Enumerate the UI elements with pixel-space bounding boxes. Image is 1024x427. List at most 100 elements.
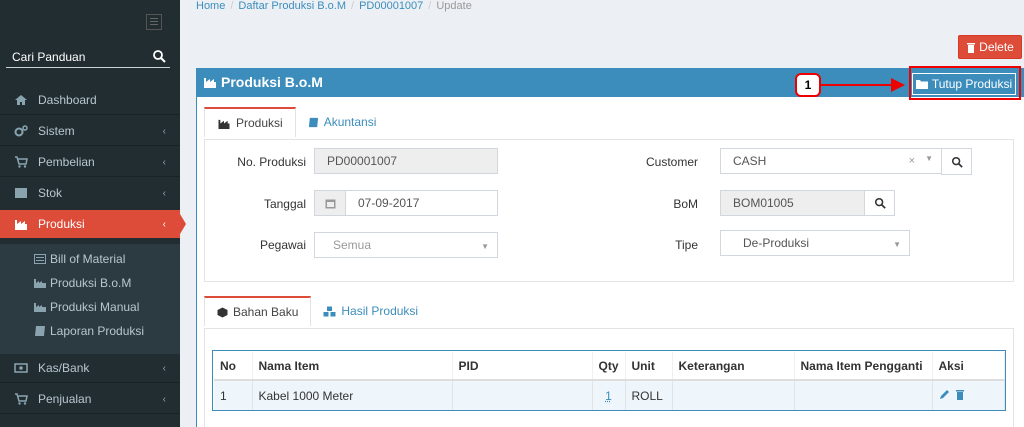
cell-unit: ROLL (625, 380, 673, 410)
chevron-left-icon: ‹ (162, 188, 166, 199)
tanggal-field[interactable]: 07-09-2017 (345, 190, 498, 216)
tab-bahan-baku[interactable]: Bahan Baku (204, 296, 312, 326)
submenu-label: Produksi Manual (50, 300, 140, 314)
bom-label: BoM (673, 197, 698, 211)
tab-akuntansi[interactable]: Akuntansi (296, 107, 389, 137)
book-icon (35, 326, 45, 336)
col-header: No (214, 352, 253, 381)
menu-label-penjualan: Penjualan (38, 392, 92, 406)
submenu-label: Produksi B.o.M (50, 276, 132, 290)
caret-down-icon[interactable]: ▼ (925, 154, 933, 163)
search-icon[interactable] (152, 49, 166, 63)
col-header: PID (452, 352, 593, 381)
tab-label: Produksi (236, 116, 283, 130)
pegawai-value: Semua (333, 238, 372, 252)
col-header: Keterangan (672, 352, 795, 381)
pegawai-label: Pegawai (259, 238, 306, 252)
breadcrumb-home-link[interactable]: Home (196, 0, 225, 12)
bom-field[interactable]: BOM01005 (720, 190, 865, 216)
menu-item-stok[interactable]: Stok ‹ (0, 179, 180, 207)
tanggal-value: 07-09-2017 (358, 196, 420, 210)
cart-icon (15, 156, 28, 168)
clear-icon[interactable]: × (909, 155, 915, 167)
menu-label-pembelian: Pembelian (38, 155, 95, 169)
cube-icon (217, 307, 228, 317)
search-placeholder: Cari Panduan (12, 50, 86, 64)
table-row: 1 Kabel 1000 Meter 1 ROLL (214, 380, 1005, 410)
chevron-left-icon: ‹ (162, 126, 166, 137)
box-title-text: Produksi B.o.M (221, 74, 323, 90)
cell-pengganti[interactable] (794, 380, 933, 410)
submenu-label: Laporan Produksi (50, 324, 145, 338)
cubes-icon (323, 306, 336, 316)
menu-label-dashboard: Dashboard (38, 93, 97, 107)
cell-nama-item: Kabel 1000 Meter (252, 380, 453, 410)
pegawai-select[interactable]: Semua ▼ (314, 232, 498, 258)
cell-qty[interactable]: 1 (592, 380, 626, 410)
factory-icon (15, 220, 27, 230)
trash-icon[interactable] (955, 389, 965, 403)
factory-icon (34, 303, 46, 312)
table-header-row: No Nama Item PID Qty Unit Keterangan Nam… (214, 352, 1005, 381)
annotation-arrow-icon (891, 78, 905, 92)
menu-label-produksi: Produksi (38, 217, 85, 231)
caret-down-icon: ▼ (893, 240, 901, 249)
customer-select[interactable]: CASH × ▼ (720, 148, 942, 174)
annotation-number: 1 (795, 73, 821, 97)
produksi-submenu: Bill of Material Produksi B.o.M Produksi… (0, 244, 180, 354)
menu-item-dashboard[interactable]: Dashboard (0, 86, 180, 114)
sidebar-toggle-button[interactable] (146, 14, 162, 30)
search-icon (874, 197, 886, 209)
breadcrumb-current: Update (436, 0, 472, 12)
col-header: Aksi (932, 352, 1005, 381)
menu-item-sistem[interactable]: Sistem ‹ (0, 117, 180, 145)
cell-keterangan[interactable] (672, 380, 795, 410)
list-icon (34, 254, 46, 264)
col-header: Qty (592, 352, 626, 381)
calendar-icon (325, 199, 335, 208)
money-icon (14, 363, 28, 373)
menu-label-kas-bank: Kas/Bank (38, 361, 90, 375)
menu-item-penjualan[interactable]: Penjualan ‹ (0, 385, 180, 413)
submenu-item-produksi-manual[interactable]: Produksi Manual (34, 298, 139, 316)
factory-icon (34, 279, 46, 288)
tab-hasil-produksi[interactable]: Hasil Produksi (311, 296, 430, 326)
search-icon (951, 156, 963, 168)
col-header: Nama Item (252, 352, 453, 381)
menu-item-pembelian[interactable]: Pembelian ‹ (0, 148, 180, 176)
tipe-select[interactable]: De-Produksi ▼ (720, 230, 910, 256)
customer-value: CASH (733, 154, 767, 168)
customer-search-button[interactable] (941, 148, 972, 175)
tab-label: Bahan Baku (233, 305, 299, 319)
no-produksi-value: PD00001007 (327, 154, 398, 168)
home-icon (15, 95, 27, 105)
delete-button[interactable]: Delete (958, 35, 1022, 59)
submenu-item-laporan-produksi[interactable]: Laporan Produksi (34, 322, 144, 340)
submenu-item-produksi-bom[interactable]: Produksi B.o.M (34, 274, 131, 292)
breadcrumb-record-link[interactable]: PD00001007 (359, 0, 423, 12)
menu-item-kas-bank[interactable]: Kas/Bank ‹ (0, 354, 180, 382)
breadcrumb-list-link[interactable]: Daftar Produksi B.o.M (238, 0, 346, 12)
menu-item-produksi[interactable]: Produksi ‹ (0, 210, 186, 238)
factory-icon (218, 119, 230, 129)
top-tabs: Produksi Akuntansi (204, 107, 388, 137)
delete-label: Delete (979, 40, 1014, 54)
cart-icon (15, 393, 28, 405)
edit-icon[interactable] (939, 389, 950, 403)
tab-label: Hasil Produksi (341, 304, 419, 318)
tab-label: Akuntansi (323, 115, 377, 129)
calendar-addon[interactable] (314, 190, 346, 216)
cogs-icon (14, 125, 28, 137)
no-produksi-field[interactable]: PD00001007 (314, 148, 498, 174)
col-header: Unit (625, 352, 673, 381)
cell-aksi (932, 380, 1005, 410)
sidebar-search-input[interactable]: Cari Panduan (6, 46, 170, 68)
bom-search-button[interactable] (864, 190, 895, 216)
sidebar: Cari Panduan Dashboard Sistem ‹ Pembelia… (0, 0, 186, 427)
chevron-left-icon: ‹ (162, 394, 166, 405)
tab-produksi[interactable]: Produksi (204, 107, 296, 137)
bottom-tabs: Bahan Baku Hasil Produksi (204, 296, 430, 326)
col-header: Nama Item Pengganti (794, 352, 933, 381)
tipe-value: De-Produksi (743, 236, 810, 250)
submenu-item-bill-of-material[interactable]: Bill of Material (34, 250, 125, 268)
